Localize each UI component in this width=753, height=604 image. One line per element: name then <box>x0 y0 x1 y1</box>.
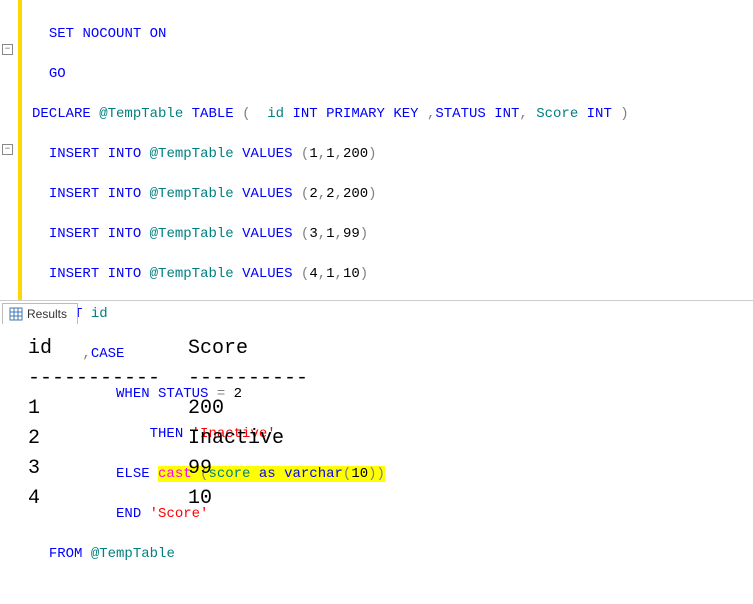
code-line: INSERT INTO @TempTable VALUES (3,1,99) <box>32 224 629 244</box>
code-line: GO <box>32 64 629 84</box>
code-line: INSERT INTO @TempTable VALUES (4,1,10) <box>32 264 629 284</box>
collapse-toggle-icon[interactable]: − <box>2 144 13 155</box>
code-content[interactable]: SET NOCOUNT ON GO DECLARE @TempTable TAB… <box>22 0 629 300</box>
results-grid-icon <box>9 307 23 321</box>
editor-margin: − − <box>0 0 22 300</box>
code-line: DECLARE @TempTable TABLE ( id INT PRIMAR… <box>32 104 629 124</box>
code-line: SET NOCOUNT ON <box>32 24 629 44</box>
results-header-score: Score <box>188 334 248 364</box>
results-tab-label: Results <box>27 307 67 321</box>
code-line: INSERT INTO @TempTable VALUES (1,1,200) <box>32 144 629 164</box>
code-editor[interactable]: − − SET NOCOUNT ON GO DECLARE @TempTable… <box>0 0 753 300</box>
code-line: FROM @TempTable <box>32 544 629 564</box>
collapse-toggle-icon[interactable]: − <box>2 44 13 55</box>
code-line: INSERT INTO @TempTable VALUES (2,2,200) <box>32 184 629 204</box>
code-line: SELECT id <box>32 304 629 324</box>
results-header-id: id <box>28 334 188 364</box>
results-tab[interactable]: Results <box>2 303 78 324</box>
